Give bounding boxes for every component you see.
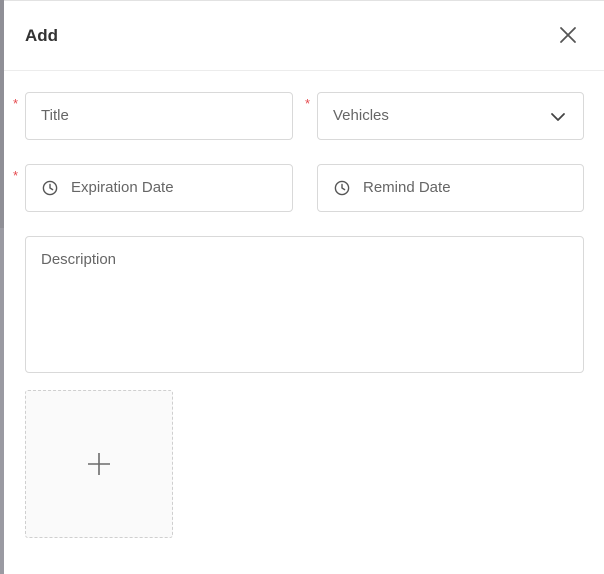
close-icon	[560, 27, 576, 43]
chevron-down-icon	[551, 113, 565, 121]
vehicles-select[interactable]: Vehicles	[317, 92, 584, 140]
remind-placeholder: Remind Date	[363, 179, 451, 196]
expiration-required-mark: *	[13, 168, 19, 183]
title-placeholder: Title	[41, 107, 69, 124]
expiration-date-picker[interactable]: Expiration Date	[25, 164, 293, 212]
close-button[interactable]	[556, 23, 580, 47]
vehicles-required-mark: *	[305, 96, 311, 111]
modal-header: Add	[4, 1, 604, 71]
description-placeholder: Description	[41, 251, 117, 268]
clock-icon	[42, 180, 58, 196]
add-modal: Add * Title * Vehicles * Expiration Date…	[4, 0, 604, 574]
upload-button[interactable]	[25, 390, 173, 538]
modal-title: Add	[25, 26, 59, 45]
title-required-mark: *	[13, 96, 19, 111]
plus-icon	[88, 453, 110, 475]
title-input[interactable]: Title	[25, 92, 293, 140]
clock-icon	[334, 180, 350, 196]
description-textarea[interactable]: Description	[25, 236, 584, 373]
remind-date-picker[interactable]: Remind Date	[317, 164, 584, 212]
expiration-placeholder: Expiration Date	[71, 179, 174, 196]
vehicles-placeholder: Vehicles	[333, 107, 389, 124]
